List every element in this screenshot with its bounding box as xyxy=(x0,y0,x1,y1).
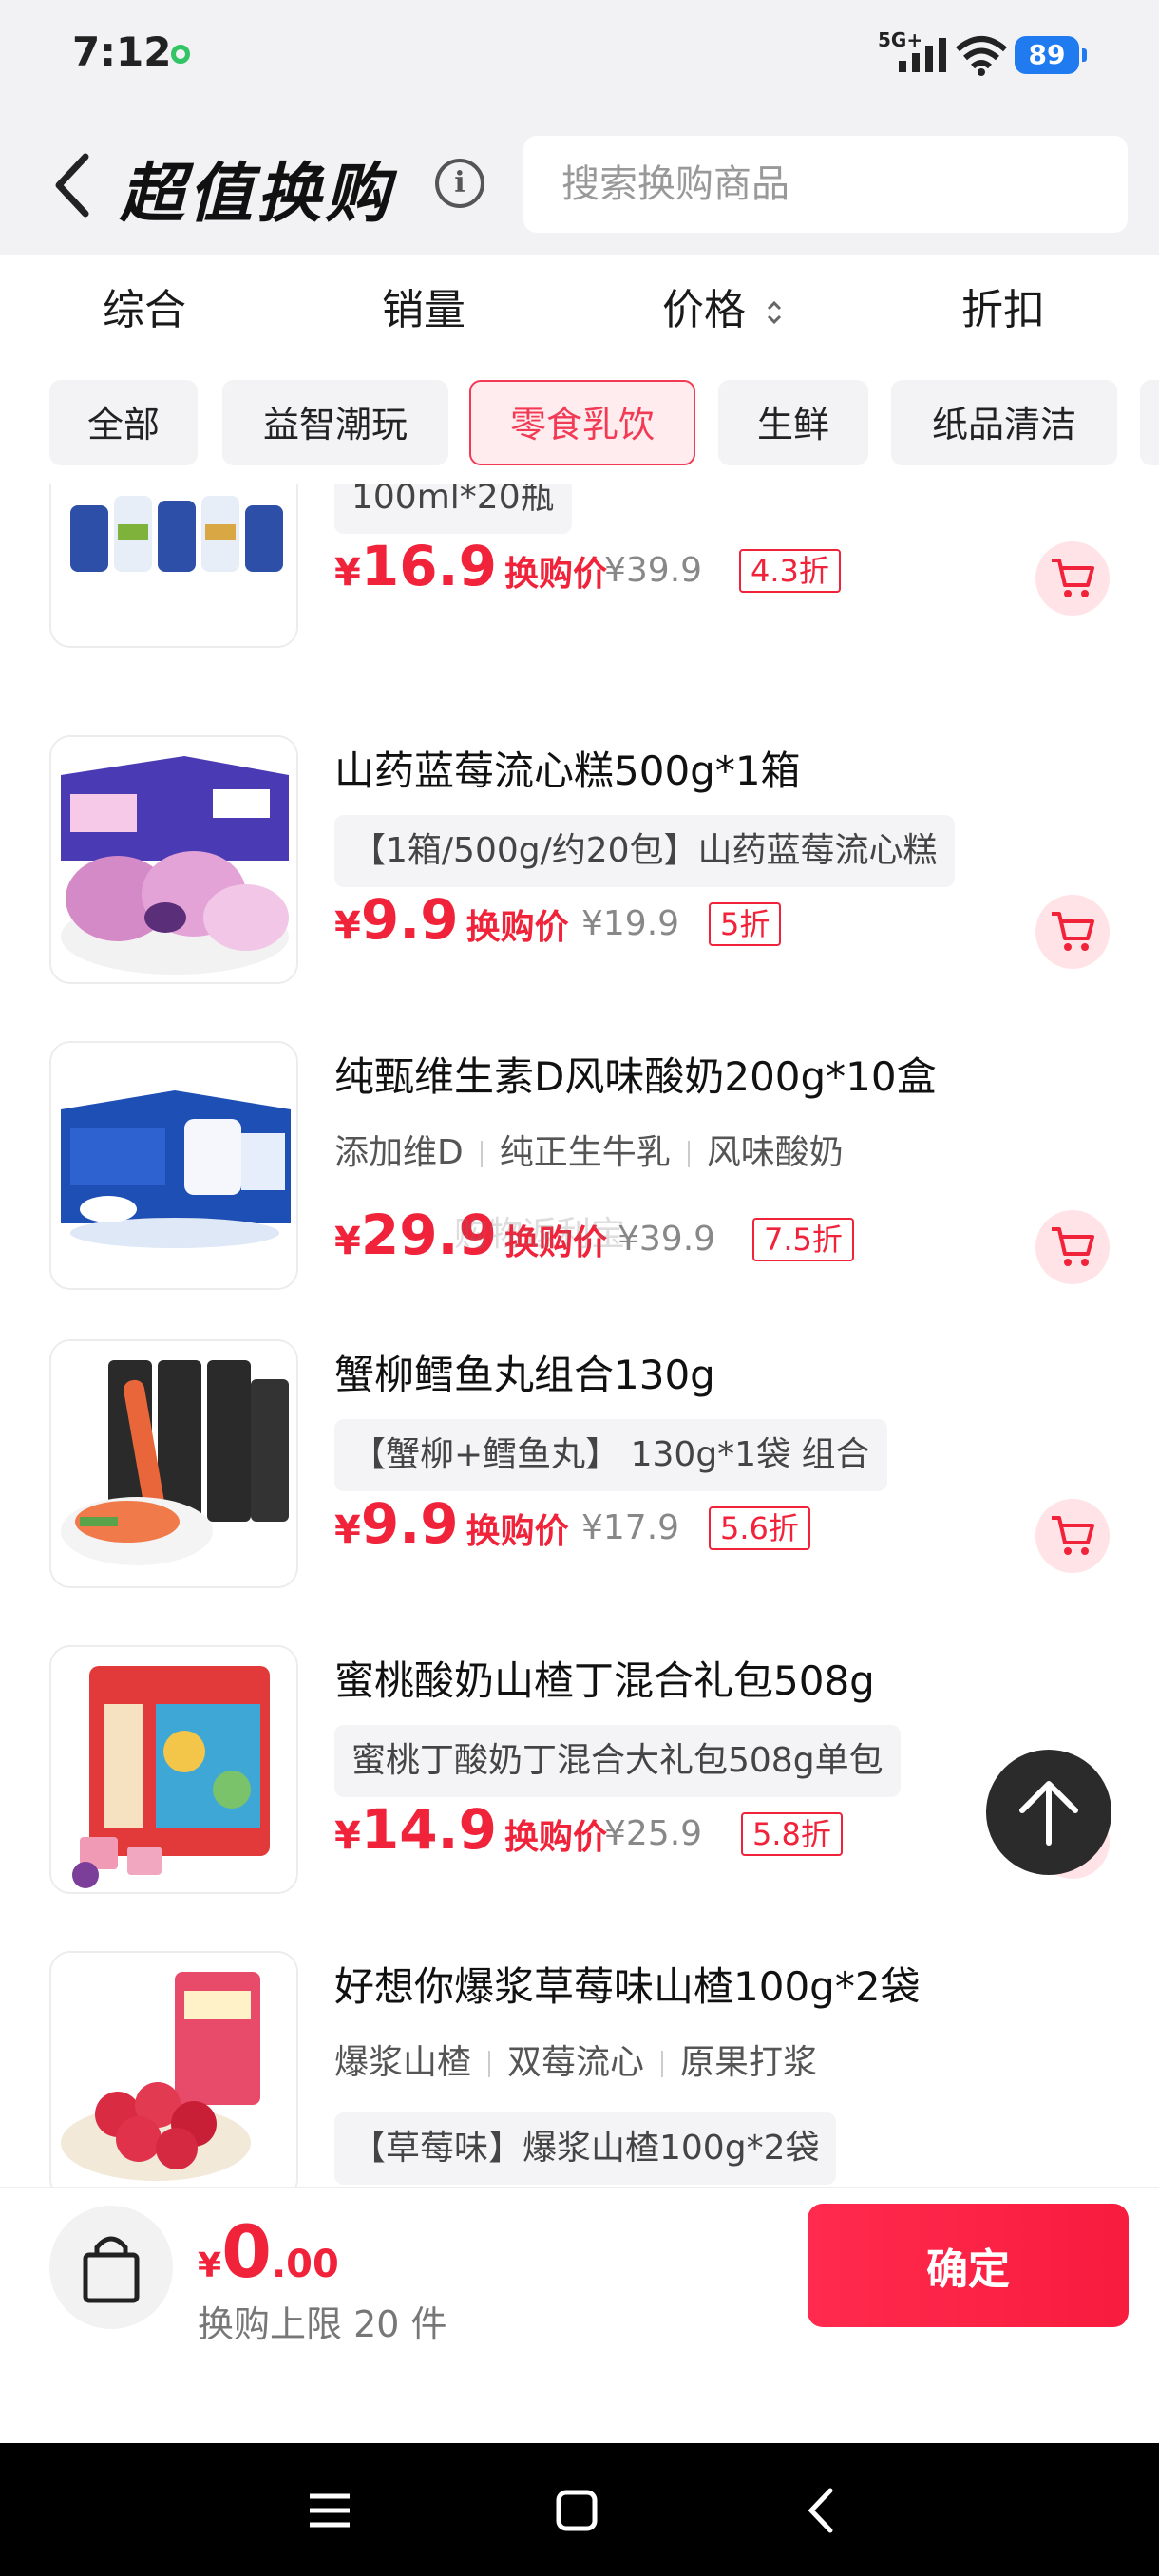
product-list[interactable]: 100ml*20瓶 ¥16.9 换购价 ¥39.9 4.3折 山药蓝莓流心糕500 xyxy=(0,484,1159,2187)
product-title: 山药蓝莓流心糕500g*1箱 xyxy=(334,748,801,794)
info-icon[interactable]: i xyxy=(435,159,484,208)
sort-tab-label: 综合 xyxy=(103,286,186,334)
category-chip-paper-cleaning[interactable]: 纸品清洁 xyxy=(891,380,1117,465)
product-image[interactable] xyxy=(49,484,298,648)
home-square-icon[interactable] xyxy=(543,2477,610,2544)
product-card[interactable]: 山药蓝莓流心糕500g*1箱 【1箱/500g/约20包】山药蓝莓流心糕 ¥9.… xyxy=(0,735,1159,1020)
add-to-cart-button[interactable] xyxy=(1036,1210,1110,1284)
category-bar: 全部 益智潮玩 零食乳饮 生鲜 纸品清洁 xyxy=(0,365,1159,484)
sort-tab-label: 销量 xyxy=(382,286,466,334)
menu-icon[interactable] xyxy=(296,2477,363,2544)
sort-bar: 综合 销量 价格 折扣 xyxy=(0,255,1159,365)
product-tag: 纯正生牛乳 xyxy=(499,1133,671,1172)
sort-tab-comprehensive[interactable]: 综合 xyxy=(40,275,249,336)
product-tags: 添加维D 纯正生牛乳 风味酸奶 xyxy=(334,1125,844,1174)
product-card[interactable]: 蜜桃酸奶山楂丁混合礼包508g 蜜桃丁酸奶丁混合大礼包508g单包 ¥14.9 换… xyxy=(0,1645,1159,1930)
add-to-cart-button[interactable] xyxy=(1036,541,1110,616)
original-price: ¥25.9 xyxy=(604,1814,703,1853)
product-tag: 爆浆山楂 xyxy=(334,2043,472,2082)
category-chip-toys[interactable]: 益智潮玩 xyxy=(222,380,448,465)
system-nav-bar xyxy=(0,2443,1159,2576)
add-to-cart-button[interactable] xyxy=(1036,895,1110,969)
product-image[interactable] xyxy=(49,735,298,984)
discount-badge: 5.8折 xyxy=(741,1812,843,1856)
status-indicator-icon xyxy=(171,45,190,64)
product-price: ¥14.9 换购价 xyxy=(334,1797,607,1862)
shopping-bag-button[interactable] xyxy=(49,2206,173,2329)
category-chip-all[interactable]: 全部 xyxy=(49,380,198,465)
category-chip-snacks[interactable]: 零食乳饮 xyxy=(469,380,695,465)
product-spec: 【蟹柳+鳕鱼丸】 130g*1袋 组合 xyxy=(334,1419,887,1491)
product-image[interactable] xyxy=(49,1041,298,1290)
product-tag: 双莓流心 xyxy=(507,2043,645,2082)
cart-icon xyxy=(1052,912,1094,951)
cart-icon xyxy=(1052,559,1094,597)
page-title: 超值换购 xyxy=(120,157,394,232)
discount-badge: 7.5折 xyxy=(752,1218,854,1261)
cart-icon xyxy=(1052,1516,1094,1555)
product-image[interactable] xyxy=(49,1951,298,2187)
search-input[interactable] xyxy=(523,136,1128,233)
wifi-icon xyxy=(956,36,1007,76)
checkout-bar: ¥0.00 换购上限 20 件 确定 xyxy=(0,2187,1159,2443)
battery-indicator: 89 xyxy=(1015,36,1087,74)
back-chevron-icon[interactable] xyxy=(46,147,103,223)
category-chip-fresh[interactable]: 生鲜 xyxy=(718,380,868,465)
product-tag: 原果打浆 xyxy=(680,2043,818,2082)
confirm-button[interactable]: 确定 xyxy=(808,2204,1129,2327)
watermark: 购物返利宝 xyxy=(454,1215,626,1254)
sort-tab-label: 折扣 xyxy=(961,286,1045,334)
product-card[interactable]: 100ml*20瓶 ¥16.9 换购价 ¥39.9 4.3折 xyxy=(0,484,1159,684)
discount-badge: 5折 xyxy=(709,902,782,946)
product-title: 蜜桃酸奶山楂丁混合礼包508g xyxy=(334,1657,875,1704)
product-price: ¥16.9 换购价 xyxy=(334,534,607,598)
total-price: ¥0.00 xyxy=(198,2209,339,2294)
product-title: 好想你爆浆草莓味山楂100g*2袋 xyxy=(334,1963,921,2010)
exchange-limit: 换购上限 20 件 xyxy=(198,2303,447,2345)
shopping-bag-icon xyxy=(83,2236,140,2303)
product-price: ¥9.9 换购价 xyxy=(334,887,569,952)
original-price: ¥39.9 xyxy=(618,1220,716,1259)
search-box[interactable] xyxy=(523,136,1128,233)
product-image[interactable] xyxy=(49,1645,298,1894)
product-card[interactable]: 蟹柳鳕鱼丸组合130g 【蟹柳+鳕鱼丸】 130g*1袋 组合 ¥9.9 换购价 … xyxy=(0,1339,1159,1624)
original-price: ¥39.9 xyxy=(604,551,703,590)
scroll-to-top-button[interactable] xyxy=(986,1750,1112,1875)
sort-tab-price[interactable]: 价格 xyxy=(619,275,828,336)
add-to-cart-button[interactable] xyxy=(1036,1499,1110,1573)
status-time: 7:12 xyxy=(72,28,172,75)
product-title: 纯甄维生素D风味酸奶200g*10盒 xyxy=(334,1053,937,1100)
original-price: ¥19.9 xyxy=(581,904,680,943)
product-spec: 100ml*20瓶 xyxy=(334,484,572,534)
cart-icon xyxy=(1052,1227,1094,1266)
product-spec: 【1箱/500g/约20包】山药蓝莓流心糕 xyxy=(334,815,955,887)
product-image[interactable] xyxy=(49,1339,298,1588)
top-header: 7:12 5G+ 89 超值换购 i xyxy=(0,0,1159,255)
product-spec: 【草莓味】爆浆山楂100g*2袋 xyxy=(334,2112,837,2185)
signal-icon xyxy=(899,38,946,72)
product-tags: 爆浆山楂 双莓流心 原果打浆 xyxy=(334,2035,817,2084)
back-triangle-icon[interactable] xyxy=(788,2477,855,2544)
sort-tab-label: 价格 xyxy=(662,286,746,334)
discount-badge: 4.3折 xyxy=(739,549,841,593)
category-chip-more[interactable] xyxy=(1140,380,1159,465)
arrow-up-icon xyxy=(1019,1781,1078,1846)
product-spec: 蜜桃丁酸奶丁混合大礼包508g单包 xyxy=(334,1725,901,1797)
sort-arrows-icon xyxy=(767,300,782,325)
sort-tab-sales[interactable]: 销量 xyxy=(319,275,528,336)
product-price: ¥9.9 换购价 xyxy=(334,1491,569,1556)
original-price: ¥17.9 xyxy=(581,1508,680,1547)
sort-tab-discount[interactable]: 折扣 xyxy=(899,275,1108,336)
product-title: 蟹柳鳕鱼丸组合130g xyxy=(334,1352,715,1398)
discount-badge: 5.6折 xyxy=(709,1506,810,1550)
product-card[interactable]: 纯甄维生素D风味酸奶200g*10盒 添加维D 纯正生牛乳 风味酸奶 ¥29.9 换购… xyxy=(0,1041,1159,1326)
product-tag: 添加维D xyxy=(334,1133,464,1172)
product-card[interactable]: 好想你爆浆草莓味山楂100g*2袋 爆浆山楂 双莓流心 原果打浆 【草莓味】爆浆山楂… xyxy=(0,1951,1159,2187)
product-tag: 风味酸奶 xyxy=(706,1133,844,1172)
